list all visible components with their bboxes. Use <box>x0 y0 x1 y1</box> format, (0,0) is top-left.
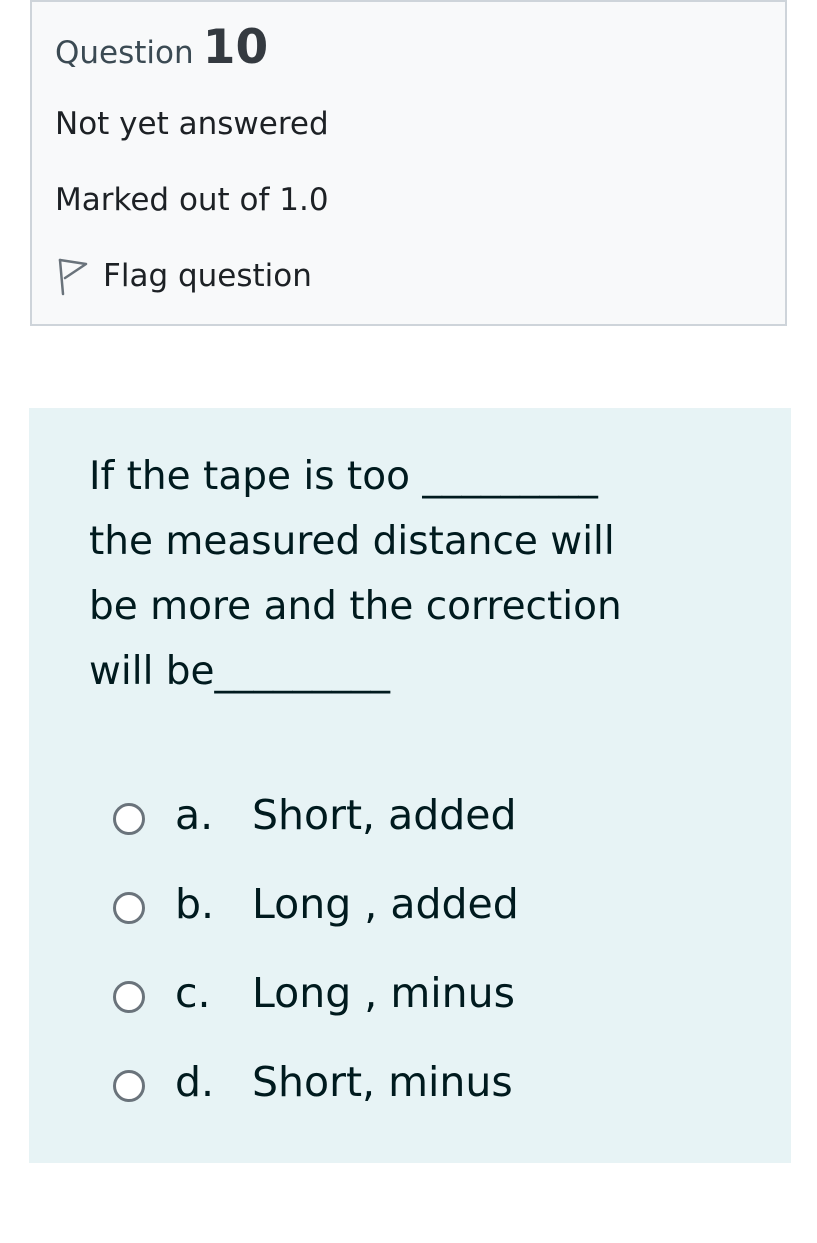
question-text-line: be more and the correction <box>89 584 622 629</box>
answer-option-c[interactable]: c. Long , minus <box>113 948 519 1037</box>
question-number: 10 <box>202 20 269 75</box>
flag-question-button[interactable]: Flag question <box>55 256 312 296</box>
radio-button-icon[interactable] <box>113 802 145 835</box>
question-content-panel: If the tape is too _________ the measure… <box>29 408 791 1163</box>
radio-button-icon[interactable] <box>113 1069 145 1102</box>
answer-text[interactable]: Long , added <box>252 880 519 928</box>
answer-letter: c. <box>175 968 211 1017</box>
radio-button-icon[interactable] <box>113 980 145 1013</box>
radio-button-icon[interactable] <box>113 891 145 924</box>
answer-text[interactable]: Short, minus <box>252 1058 513 1106</box>
answer-text[interactable]: Short, added <box>252 791 517 839</box>
question-text-line: If the tape is too _________ <box>89 454 598 499</box>
question-text-line: will be_________ <box>89 649 391 694</box>
answer-letter: b. <box>175 879 215 928</box>
answer-letter: d. <box>175 1057 215 1106</box>
question-text-line: the measured distance will <box>89 519 615 564</box>
question-state: Not yet answered <box>55 106 329 142</box>
answer-text[interactable]: Long , minus <box>252 969 515 1017</box>
question-text: If the tape is too _________ the measure… <box>89 444 729 704</box>
question-title: Question 10 <box>55 20 268 75</box>
question-grade: Marked out of 1.0 <box>55 182 329 218</box>
answer-options: a. Short, added b. Long , added c. Long … <box>113 770 519 1126</box>
question-label: Question <box>55 35 194 71</box>
answer-option-b[interactable]: b. Long , added <box>113 859 519 948</box>
answer-letter: a. <box>175 790 214 839</box>
answer-option-a[interactable]: a. Short, added <box>113 770 519 859</box>
answer-option-d[interactable]: d. Short, minus <box>113 1037 519 1126</box>
question-info-panel: Question 10 Not yet answered Marked out … <box>30 0 787 326</box>
flag-question-label: Flag question <box>103 258 312 294</box>
flag-icon <box>58 258 88 296</box>
